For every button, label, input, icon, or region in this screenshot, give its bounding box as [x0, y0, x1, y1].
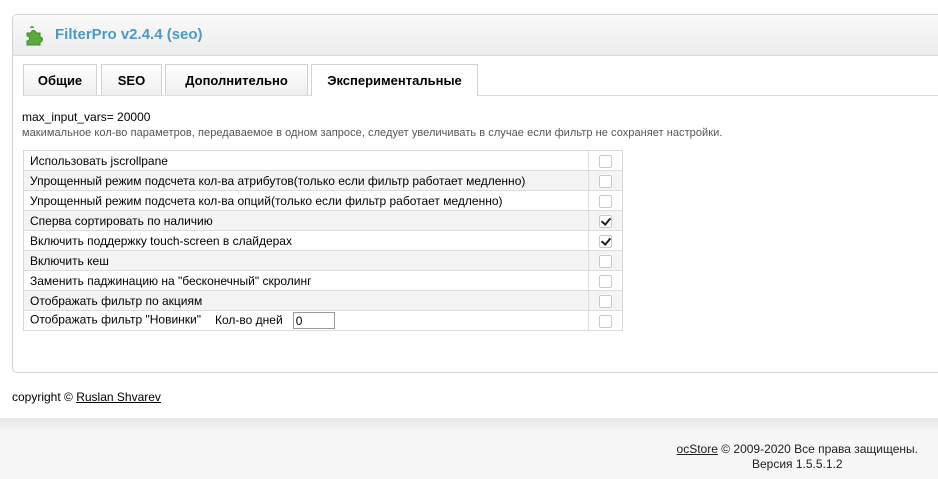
option-checkbox[interactable] [599, 154, 612, 168]
option-checkbox[interactable] [599, 254, 612, 268]
option-checkbox[interactable] [599, 214, 612, 228]
footer-version: Версия 1.5.5.1.2 [751, 457, 843, 471]
option-label: Упрощенный режим подсчета кол-ва атрибут… [23, 170, 589, 191]
table-row: Упрощенный режим подсчета кол-ва опций(т… [23, 190, 623, 211]
option-label: Сперва сортировать по наличию [23, 210, 589, 231]
option-label: Отображать фильтр по акциям [23, 290, 589, 311]
panel-header: FilterPro v2.4.4 (seo) [13, 15, 938, 56]
option-checkbox[interactable] [599, 274, 612, 288]
info-note: макимальное кол-во параметров, передавае… [22, 127, 723, 139]
tab-bar: Общие SEO Дополнительно Экспериментальны… [23, 64, 938, 96]
option-label: Включить кеш [23, 250, 589, 271]
table-row: Отображать фильтр "Новинки" Кол-во дней [23, 310, 623, 331]
table-row: Отображать фильтр по акциям [23, 290, 623, 311]
options-table: Использовать jscrollpane Упрощенный режи… [23, 150, 623, 331]
author-link[interactable]: Ruslan Shvarev [76, 390, 161, 404]
table-row: Использовать jscrollpane [23, 150, 623, 171]
option-label: Включить поддержку touch-screen в слайде… [23, 230, 589, 251]
days-input[interactable] [292, 312, 335, 329]
table-row: Сперва сортировать по наличию [23, 210, 623, 231]
tab-seo[interactable]: SEO [101, 64, 162, 95]
option-checkbox[interactable] [599, 194, 612, 208]
max-input-vars: max_input_vars= 20000 [22, 110, 151, 124]
copyright-prefix: copyright © [12, 390, 73, 404]
days-label: Кол-во дней [215, 312, 283, 327]
tab-additional[interactable]: Дополнительно [165, 64, 308, 95]
tab-general[interactable]: Общие [23, 64, 97, 95]
option-label: Отображать фильтр "Новинки" [30, 312, 202, 327]
option-novelty-cell: Отображать фильтр "Новинки" Кол-во дней [23, 310, 589, 331]
table-row: Упрощенный режим подсчета кол-ва атрибут… [23, 170, 623, 191]
option-checkbox[interactable] [599, 314, 612, 328]
option-label: Использовать jscrollpane [23, 150, 589, 171]
option-checkbox[interactable] [599, 174, 612, 188]
option-checkbox[interactable] [599, 294, 612, 308]
puzzle-icon [26, 26, 43, 46]
table-row: Включить кеш [23, 250, 623, 271]
tab-experimental[interactable]: Экспериментальные [311, 64, 478, 96]
option-checkbox[interactable] [599, 234, 612, 248]
footer-rights: © 2009-2020 Все права защищены. [721, 442, 918, 456]
footer-text: ocStore © 2009-2020 Все права защищены. … [677, 442, 918, 472]
table-row: Заменить паджинацию на "бесконечный" скр… [23, 270, 623, 291]
footer: ocStore © 2009-2020 Все права защищены. … [0, 418, 938, 479]
page-title: FilterPro v2.4.4 (seo) [55, 26, 203, 43]
brand-link[interactable]: ocStore [677, 442, 718, 456]
copyright: copyright © Ruslan Shvarev [12, 390, 161, 404]
option-label: Заменить паджинацию на "бесконечный" скр… [23, 270, 589, 291]
info-block: max_input_vars= 20000 макимальное кол-во… [22, 110, 722, 139]
table-row: Включить поддержку touch-screen в слайде… [23, 230, 623, 251]
option-label: Упрощенный режим подсчета кол-ва опций(т… [23, 190, 589, 211]
